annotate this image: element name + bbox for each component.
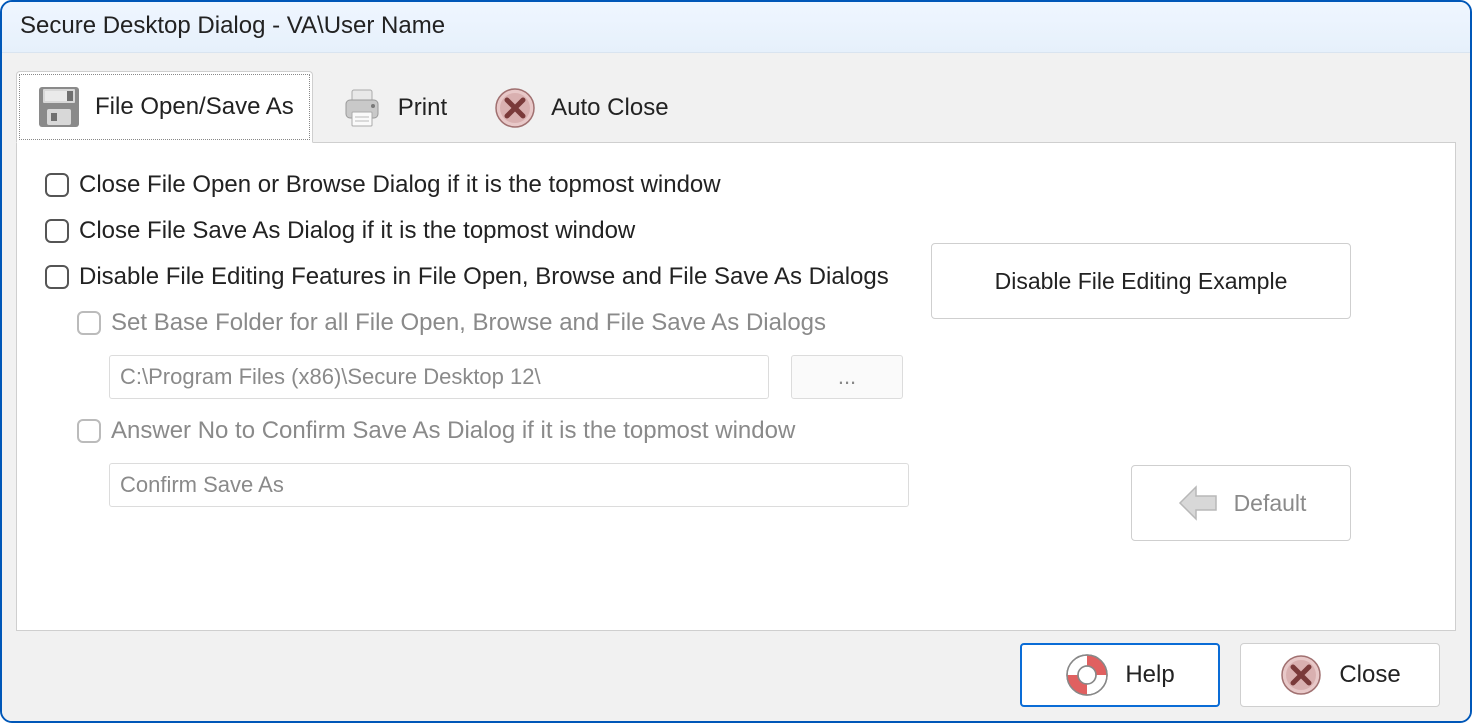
printer-icon	[338, 84, 386, 132]
tab-label: Print	[398, 94, 447, 122]
tab-auto-close[interactable]: Auto Close	[472, 71, 687, 143]
default-button[interactable]: Default	[1131, 465, 1351, 541]
window-title: Secure Desktop Dialog - VA\User Name	[2, 2, 1470, 53]
disable-file-editing-example-button[interactable]: Disable File Editing Example	[931, 243, 1351, 319]
tab-print[interactable]: Print	[319, 71, 466, 143]
close-circle-icon	[491, 84, 539, 132]
tab-bar: File Open/Save As Print	[16, 71, 1456, 143]
button-label: Disable File Editing Example	[995, 268, 1288, 295]
confirm-caption-input[interactable]	[109, 463, 909, 507]
tab-label: File Open/Save As	[95, 93, 294, 121]
label-close-save-as: Close File Save As Dialog if it is the t…	[79, 217, 635, 245]
button-label: Default	[1234, 490, 1307, 517]
floppy-disk-icon	[35, 83, 83, 131]
arrow-left-icon	[1176, 483, 1220, 523]
tab-panel-file: Close File Open or Browse Dialog if it i…	[16, 142, 1456, 631]
close-circle-icon	[1279, 653, 1323, 697]
checkbox-close-save-as[interactable]	[45, 219, 69, 243]
label-disable-editing: Disable File Editing Features in File Op…	[79, 263, 889, 291]
label-close-open-browse: Close File Open or Browse Dialog if it i…	[79, 171, 721, 199]
dialog-footer: Help Close	[16, 631, 1456, 707]
checkbox-disable-editing[interactable]	[45, 265, 69, 289]
label-set-base-folder: Set Base Folder for all File Open, Brows…	[111, 309, 826, 337]
help-button[interactable]: Help	[1020, 643, 1220, 707]
checkbox-set-base-folder[interactable]	[77, 311, 101, 335]
label-answer-no-confirm: Answer No to Confirm Save As Dialog if i…	[111, 417, 795, 445]
close-button[interactable]: Close	[1240, 643, 1440, 707]
browse-button[interactable]: ...	[791, 355, 903, 399]
button-label: Close	[1339, 661, 1400, 689]
tab-file-open-save-as[interactable]: File Open/Save As	[16, 71, 313, 143]
lifebuoy-icon	[1065, 653, 1109, 697]
checkbox-close-open-browse[interactable]	[45, 173, 69, 197]
tab-label: Auto Close	[551, 94, 668, 122]
checkbox-answer-no-confirm[interactable]	[77, 419, 101, 443]
base-folder-input[interactable]	[109, 355, 769, 399]
button-label: Help	[1125, 661, 1174, 689]
